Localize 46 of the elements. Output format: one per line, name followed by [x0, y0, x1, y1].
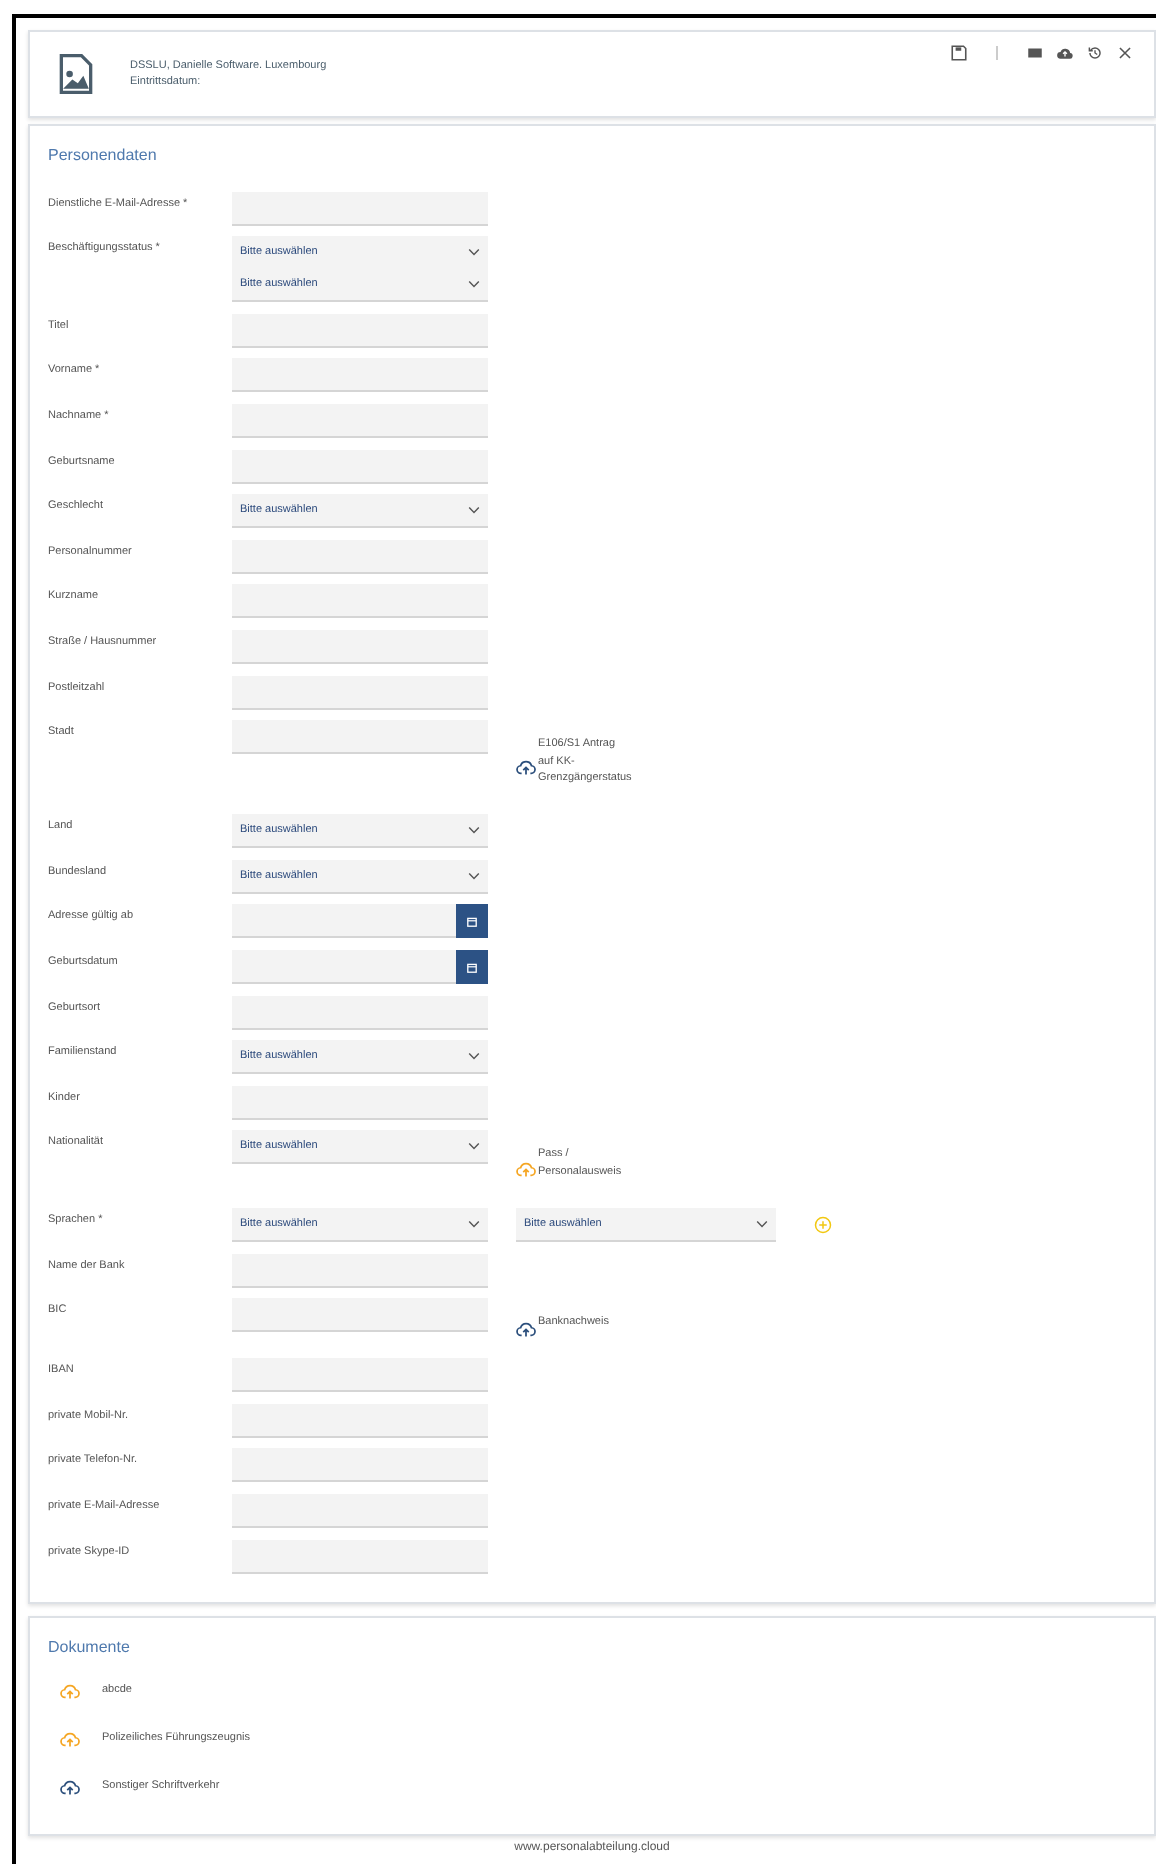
section-title: Dokumente: [48, 1638, 132, 1656]
cloud-upload-icon[interactable]: [60, 1777, 80, 1795]
text-field[interactable]: [232, 720, 488, 755]
image-placeholder-icon: [54, 52, 98, 96]
text-field[interactable]: [232, 313, 488, 348]
text-field[interactable]: [232, 1298, 488, 1333]
text-field[interactable]: [232, 1403, 488, 1438]
date-field[interactable]: [232, 950, 456, 984]
text-field[interactable]: [232, 995, 488, 1030]
text-field[interactable]: [232, 1539, 488, 1574]
add-icon[interactable]: [814, 1215, 832, 1234]
calendar-button[interactable]: [456, 950, 488, 984]
cloud-upload-icon[interactable]: [516, 1319, 536, 1338]
chevron-down-icon: [468, 826, 480, 835]
chevron-down-icon: [468, 248, 480, 257]
text-field[interactable]: [232, 1358, 488, 1393]
chevron-down-icon: [468, 1219, 480, 1228]
text-field[interactable]: [232, 539, 488, 574]
text-field[interactable]: [232, 358, 488, 393]
chevron-down-icon: [468, 1142, 480, 1151]
text-field[interactable]: [232, 1494, 488, 1529]
text-field[interactable]: [232, 1253, 488, 1288]
chevron-down-icon: [468, 871, 480, 880]
text-field[interactable]: [232, 403, 488, 438]
text-field[interactable]: [232, 675, 488, 710]
cloud-upload-icon[interactable]: [516, 758, 536, 777]
calendar-button[interactable]: [456, 904, 488, 939]
text-field[interactable]: [232, 191, 488, 226]
chevron-down-icon: [756, 1219, 768, 1228]
calendar-icon: [466, 961, 478, 973]
date-field[interactable]: [232, 904, 456, 939]
history-icon[interactable]: [1086, 44, 1104, 62]
text-field[interactable]: [232, 1085, 488, 1120]
calendar-icon: [466, 915, 478, 928]
chevron-down-icon: [468, 280, 480, 289]
text-field[interactable]: [232, 1448, 488, 1483]
save-icon[interactable]: [950, 44, 968, 62]
card-icon[interactable]: [1026, 44, 1044, 62]
text-field[interactable]: [232, 629, 488, 664]
chevron-down-icon: [468, 506, 480, 515]
chevron-down-icon: [468, 1052, 480, 1061]
cloud-upload-icon[interactable]: [1056, 44, 1074, 62]
close-icon[interactable]: [1116, 44, 1134, 62]
text-field[interactable]: [232, 449, 488, 484]
text-field[interactable]: [232, 584, 488, 619]
section-title: Personendaten: [48, 146, 159, 164]
